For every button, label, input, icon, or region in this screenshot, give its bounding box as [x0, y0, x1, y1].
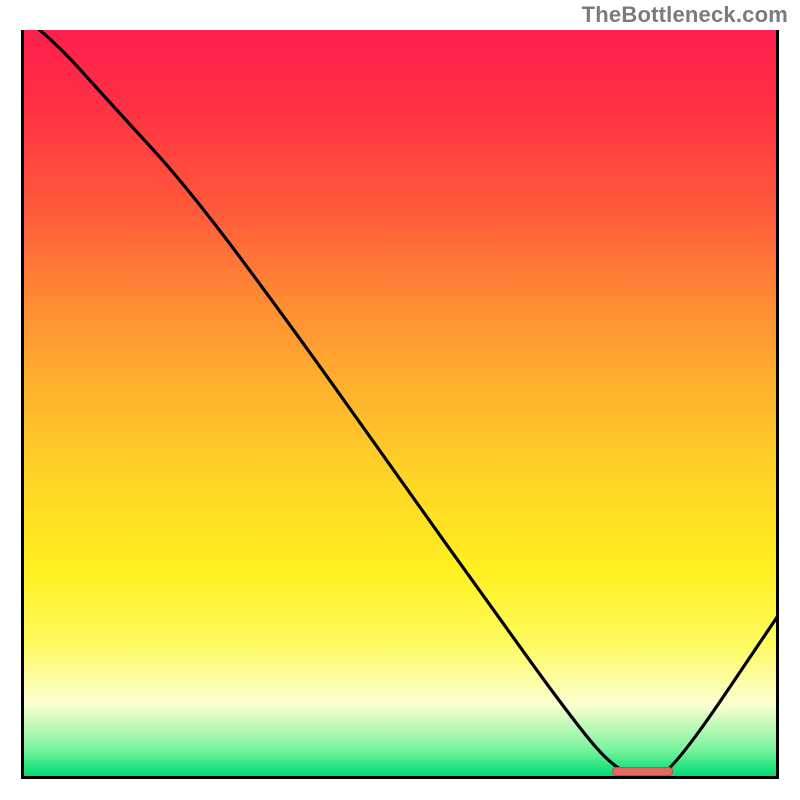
chart-axes — [21, 30, 779, 779]
chart-plot-area — [21, 30, 779, 779]
attribution-text: TheBottleneck.com — [582, 2, 788, 28]
chart-axis-right — [776, 30, 779, 779]
